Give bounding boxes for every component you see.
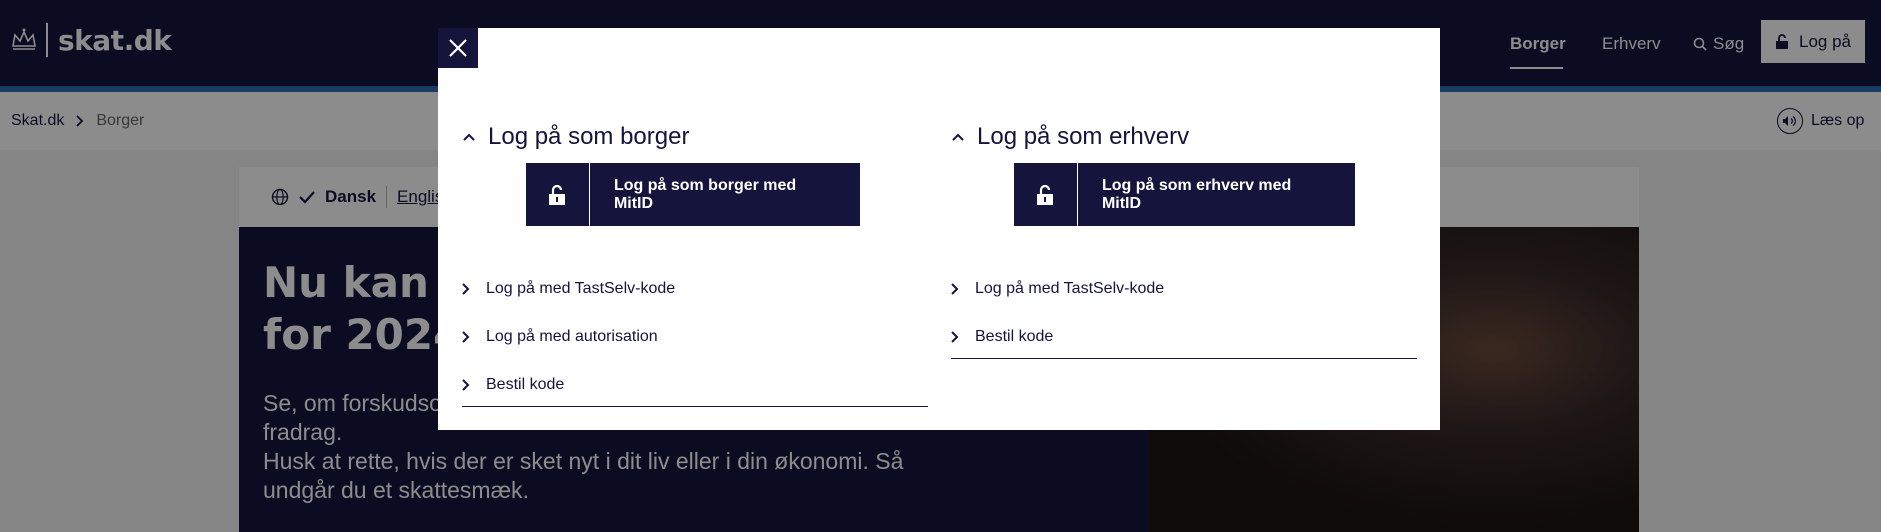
chevron-up-icon [463,133,475,141]
close-icon [449,39,467,57]
chevron-right-icon [462,283,470,295]
erhverv-link-tastselv[interactable]: Log på med TastSelv-kode [951,280,1164,298]
borger-mitid-label: Log på som borger med MitID [613,176,797,212]
erhverv-divider [951,358,1417,359]
borger-heading[interactable]: Log på som borger [462,123,689,151]
borger-divider [462,406,928,407]
erhverv-mitid-button[interactable]: Log på som erhverv med MitID [1014,163,1355,226]
borger-link-autorisation[interactable]: Log på med autorisation [462,328,658,346]
borger-link-bestil-kode-label: Bestil kode [486,376,565,393]
erhverv-link-bestil-kode-label: Bestil kode [975,328,1054,345]
erhverv-mitid-label: Log på som erhverv med MitID [1101,176,1292,212]
lock-icon [1014,163,1078,226]
chevron-right-icon [462,379,470,391]
login-modal: Log på som borger Log på som borger med … [438,28,1440,430]
chevron-right-icon [462,331,470,343]
lock-icon [526,163,590,226]
borger-link-tastselv-label: Log på med TastSelv-kode [486,280,676,297]
borger-link-bestil-kode[interactable]: Bestil kode [462,376,564,394]
borger-heading-label: Log på som borger [488,123,690,150]
erhverv-link-tastselv-label: Log på med TastSelv-kode [975,280,1165,297]
chevron-right-icon [951,283,959,295]
erhverv-heading[interactable]: Log på som erhverv [951,123,1189,151]
borger-mitid-button[interactable]: Log på som borger med MitID [526,163,860,226]
borger-link-tastselv[interactable]: Log på med TastSelv-kode [462,280,675,298]
erhverv-heading-label: Log på som erhverv [977,123,1190,150]
chevron-right-icon [951,331,959,343]
chevron-up-icon [952,133,964,141]
close-button[interactable] [438,28,478,68]
borger-link-autorisation-label: Log på med autorisation [486,328,658,345]
erhverv-link-bestil-kode[interactable]: Bestil kode [951,328,1053,346]
